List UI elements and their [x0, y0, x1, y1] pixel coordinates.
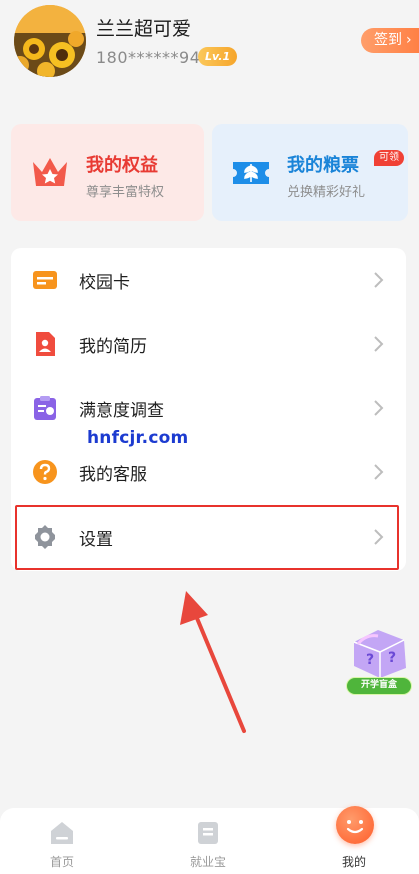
menu-item-label: 校园卡 [79, 273, 130, 293]
tab-home[interactable]: 首页 [2, 808, 122, 874]
svg-text:?: ? [388, 650, 396, 666]
watermark-text: hnfcjr.com [87, 428, 189, 448]
mystery-box-icon: ? ? [353, 630, 406, 678]
menu-item-campus-card[interactable]: 校园卡 [11, 248, 406, 312]
menu-item-label: 设置 [79, 530, 113, 550]
menu-item-customer-service[interactable]: 我的客服 [11, 440, 406, 504]
mine-icon [336, 806, 374, 844]
menu-item-label: 我的客服 [79, 465, 147, 485]
jobs-icon [198, 822, 218, 844]
my-tickets-card[interactable]: 我的粮票 兑换精彩好礼 可领 [212, 124, 408, 221]
chevron-right-icon [374, 529, 384, 545]
chevron-right-icon [374, 464, 384, 480]
bottom-tab-bar: 首页 就业宝 我的 [0, 806, 419, 874]
tab-label: 我的 [341, 855, 366, 869]
my-tickets-subtitle: 兑换精彩好礼 [287, 185, 366, 200]
resume-icon [36, 332, 55, 356]
my-rights-card[interactable]: 我的权益 尊享丰富特权 [11, 124, 204, 221]
blind-box-label: 开学盲盒 [346, 677, 412, 695]
crown-icon [33, 158, 67, 186]
chevron-right-icon: › [406, 32, 412, 48]
ticket-icon [233, 162, 269, 184]
tab-label: 就业宝 [189, 855, 226, 869]
my-rights-subtitle: 尊享丰富特权 [86, 185, 165, 200]
chevron-right-icon [374, 400, 384, 416]
home-icon [51, 822, 73, 844]
menu-item-survey[interactable]: 满意度调查 [11, 376, 406, 440]
help-icon [33, 460, 57, 484]
avatar[interactable] [14, 5, 86, 77]
menu-item-resume[interactable]: 我的简历 [11, 312, 406, 376]
svg-text:?: ? [366, 652, 374, 668]
profile-header: 兰兰超可爱 180******94 Lv.1 签到 › [0, 0, 419, 100]
redeem-badge: 可领 [374, 150, 404, 166]
username: 兰兰超可爱 [96, 18, 192, 40]
blind-box-button[interactable]: ? ? 开学盲盒 [344, 624, 414, 699]
menu-item-label: 满意度调查 [79, 401, 164, 421]
menu-list: 校园卡 我的简历 满意度调查 我的客服 设置 [11, 248, 406, 571]
my-rights-title: 我的权益 [86, 155, 158, 176]
tab-jobs[interactable]: 就业宝 [148, 808, 268, 874]
chevron-right-icon [374, 336, 384, 352]
signin-label: 签到 [374, 32, 402, 48]
phone-number: 180******94 [96, 48, 201, 67]
level-badge: Lv.1 [198, 47, 238, 66]
tab-mine[interactable]: 我的 [294, 806, 414, 874]
chevron-right-icon [374, 272, 384, 288]
menu-item-label: 我的简历 [79, 337, 147, 357]
survey-icon [34, 396, 56, 420]
my-tickets-title: 我的粮票 [287, 155, 359, 176]
gear-icon [35, 525, 55, 549]
annotation-arrow-icon [180, 591, 246, 733]
signin-button[interactable]: 签到 › [361, 28, 419, 53]
menu-item-settings[interactable]: 设置 [11, 505, 406, 569]
campus-card-icon [33, 271, 57, 289]
tab-label: 首页 [49, 855, 74, 869]
